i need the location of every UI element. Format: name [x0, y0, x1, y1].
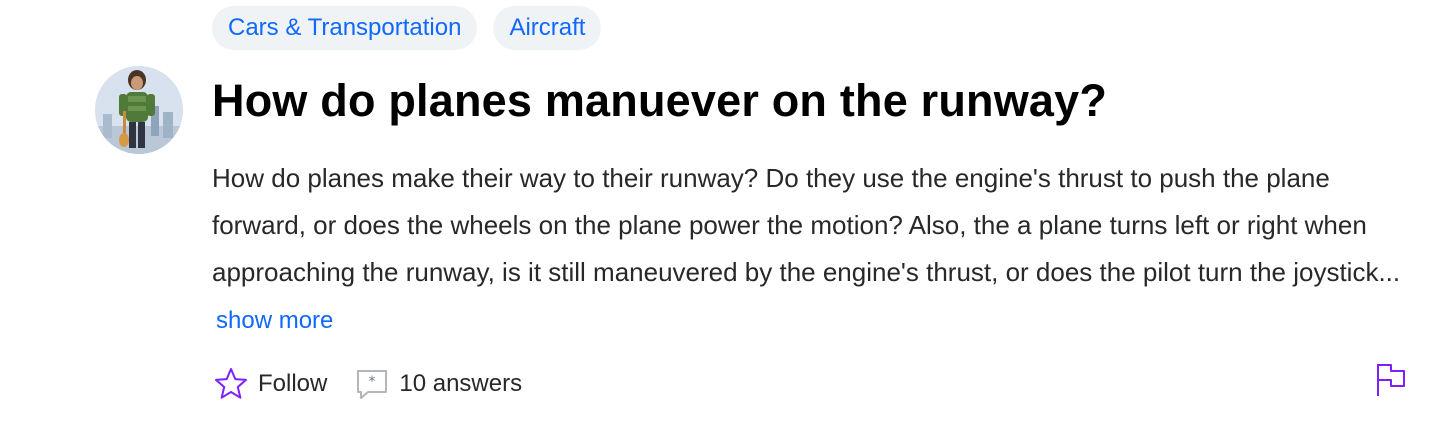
follow-button[interactable]: Follow [214, 367, 327, 401]
answers-button[interactable]: * 10 answers [355, 367, 522, 401]
question-body: How do planes make their way to their ru… [212, 155, 1422, 344]
flag-icon [1377, 364, 1405, 396]
question-actions: Follow * 10 answers [214, 362, 522, 406]
report-button[interactable] [1374, 362, 1408, 398]
category-tag-cars-transportation[interactable]: Cars & Transportation [212, 6, 478, 50]
star-icon [215, 368, 247, 399]
show-more-link[interactable]: show more [216, 307, 333, 334]
question-title: How do planes manuever on the runway? [212, 75, 1108, 126]
category-tags: Cars & Transportation Aircraft [212, 6, 602, 50]
speech-bubble-icon: * [357, 370, 388, 399]
svg-text:*: * [369, 374, 376, 390]
category-tag-aircraft[interactable]: Aircraft [493, 6, 602, 50]
avatar-image [95, 66, 183, 154]
follow-label: Follow [258, 370, 328, 397]
avatar[interactable] [95, 66, 183, 154]
answers-count: 10 answers [399, 370, 523, 397]
question-body-text: How do planes make their way to their ru… [212, 163, 1401, 287]
